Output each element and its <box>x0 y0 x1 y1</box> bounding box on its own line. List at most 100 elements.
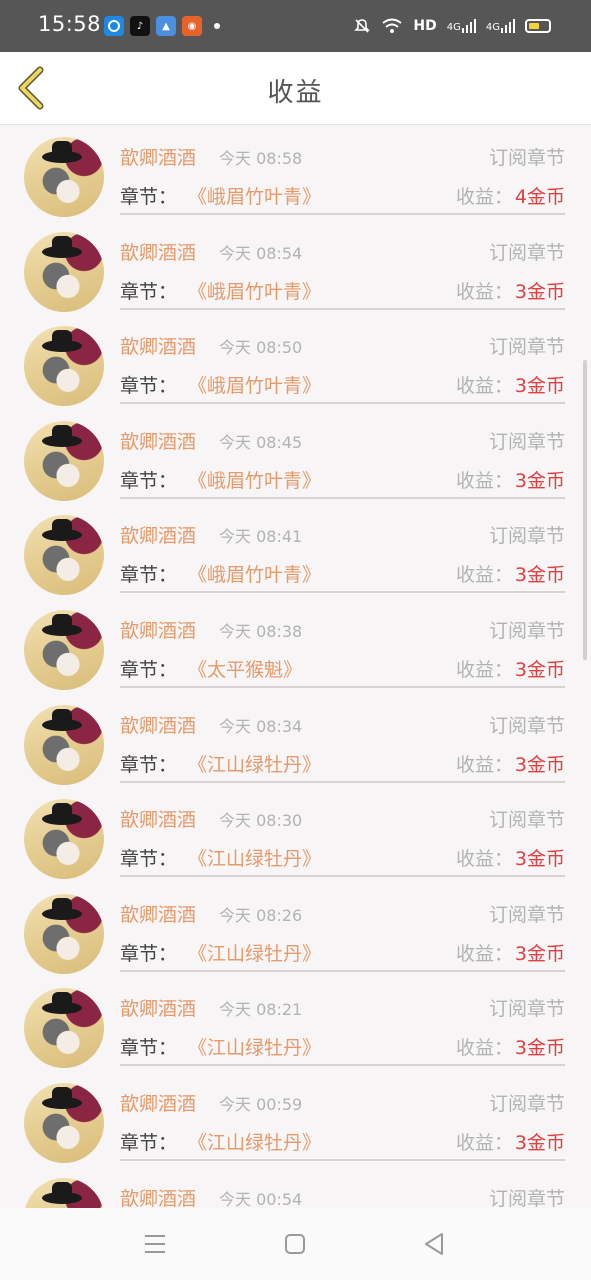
chapter-title: 《江山绿牡丹》 <box>188 848 322 871</box>
scrollbar[interactable] <box>583 360 587 660</box>
earning-value: 3金币 <box>514 848 565 871</box>
earning-value: 4金币 <box>514 186 565 208</box>
earning-label: 收益： <box>455 658 513 681</box>
chapter-title: 《江山绿牡丹》 <box>188 753 322 776</box>
list-item[interactable]: 歆卿酒酒 今天 08:58 订阅章节 章节： 《峨眉竹叶青》 收益： 4金币 <box>0 125 591 220</box>
item-type: 订阅章节 <box>488 1187 565 1208</box>
earning-label: 收益： <box>455 280 513 303</box>
avatar[interactable] <box>24 137 104 217</box>
chapter-label: 章节： <box>120 753 178 776</box>
list-item[interactable]: 歆卿酒酒 今天 08:50 订阅章节 章节： 《峨眉竹叶青》 收益： 3金币 <box>0 314 591 409</box>
item-time: 今天 00:54 <box>219 1189 303 1208</box>
item-time: 今天 08:54 <box>219 243 303 263</box>
item-time: 今天 08:41 <box>219 527 303 547</box>
user-name: 歆卿酒酒 <box>120 430 197 453</box>
item-time: 今天 08:30 <box>219 811 303 831</box>
divider <box>120 496 565 499</box>
item-time: 今天 08:58 <box>219 149 303 168</box>
avatar[interactable] <box>24 326 104 407</box>
status-indicators: HD 4G 4G <box>353 17 551 35</box>
status-time: 15:58 <box>38 12 102 36</box>
divider <box>120 969 565 972</box>
chapter-label: 章节： <box>120 942 178 965</box>
avatar[interactable] <box>24 893 104 974</box>
item-type: 订阅章节 <box>488 147 565 169</box>
earnings-list[interactable]: 歆卿酒酒 今天 08:58 订阅章节 章节： 《峨眉竹叶青》 收益： 4金币 歆… <box>0 125 591 1208</box>
earning-label: 收益： <box>455 186 513 208</box>
chapter-label: 章节： <box>120 280 178 303</box>
item-type: 订阅章节 <box>488 336 565 359</box>
item-time: 今天 08:45 <box>219 432 303 452</box>
avatar[interactable] <box>24 988 104 1069</box>
earning-label: 收益： <box>455 753 513 776</box>
avatar[interactable] <box>24 515 104 596</box>
app-notification-icon: ◉ <box>182 16 202 36</box>
list-item[interactable]: 歆卿酒酒 今天 08:26 订阅章节 章节： 《江山绿牡丹》 收益： 3金币 <box>0 882 591 977</box>
item-time: 今天 08:50 <box>219 338 303 358</box>
chapter-label: 章节： <box>120 848 178 871</box>
earning-value: 3金币 <box>514 1131 565 1154</box>
earning-value: 3金币 <box>514 280 565 303</box>
chapter-label: 章节： <box>120 564 178 587</box>
app-notification-icon <box>104 16 124 36</box>
earning-value: 3金币 <box>514 753 565 776</box>
menu-button[interactable] <box>137 1228 173 1260</box>
chapter-title: 《江山绿牡丹》 <box>188 942 322 965</box>
earning-value: 3金币 <box>514 469 565 492</box>
avatar[interactable] <box>24 420 104 501</box>
avatar[interactable] <box>24 231 104 312</box>
more-notifications-icon <box>214 23 220 29</box>
chapter-title: 《峨眉竹叶青》 <box>188 280 322 303</box>
list-item[interactable]: 歆卿酒酒 今天 08:30 订阅章节 章节： 《江山绿牡丹》 收益： 3金币 <box>0 787 591 882</box>
user-name: 歆卿酒酒 <box>120 525 197 548</box>
item-time: 今天 08:38 <box>219 621 303 641</box>
user-name: 歆卿酒酒 <box>120 809 197 832</box>
chapter-label: 章节： <box>120 1131 178 1154</box>
item-time: 今天 08:21 <box>219 1000 303 1020</box>
item-time: 今天 08:26 <box>219 905 303 925</box>
item-type: 订阅章节 <box>488 525 565 548</box>
system-nav-bar <box>0 1208 591 1280</box>
divider <box>120 875 565 878</box>
avatar[interactable] <box>24 1082 104 1163</box>
user-name: 歆卿酒酒 <box>120 147 197 169</box>
item-type: 订阅章节 <box>488 430 565 453</box>
earning-label: 收益： <box>455 1037 513 1060</box>
divider <box>120 1158 565 1161</box>
user-name: 歆卿酒酒 <box>120 998 197 1021</box>
list-item[interactable]: 歆卿酒酒 今天 08:54 订阅章节 章节： 《峨眉竹叶青》 收益： 3金币 <box>0 220 591 315</box>
list-item[interactable]: 歆卿酒酒 今天 08:45 订阅章节 章节： 《峨眉竹叶青》 收益： 3金币 <box>0 409 591 504</box>
earning-label: 收益： <box>455 469 513 492</box>
status-bar: 15:58 ♪ ▲ ◉ HD 4G 4G <box>0 0 591 52</box>
chapter-title: 《峨眉竹叶青》 <box>188 564 322 587</box>
list-item[interactable]: 歆卿酒酒 今天 08:41 订阅章节 章节： 《峨眉竹叶青》 收益： 3金币 <box>0 503 591 598</box>
user-name: 歆卿酒酒 <box>120 241 197 264</box>
list-item[interactable]: 歆卿酒酒 今天 00:54 订阅章节 <box>0 1166 591 1208</box>
earning-value: 3金币 <box>514 658 565 681</box>
earning-value: 3金币 <box>514 1037 565 1060</box>
network-label: HD <box>413 18 437 34</box>
home-button[interactable] <box>277 1228 313 1260</box>
avatar[interactable] <box>24 609 104 690</box>
earning-label: 收益： <box>455 848 513 871</box>
divider <box>120 213 565 215</box>
item-type: 订阅章节 <box>488 241 565 264</box>
list-item[interactable]: 歆卿酒酒 今天 08:34 订阅章节 章节： 《江山绿牡丹》 收益： 3金币 <box>0 693 591 788</box>
list-item[interactable]: 歆卿酒酒 今天 08:38 订阅章节 章节： 《太平猴魁》 收益： 3金币 <box>0 598 591 693</box>
list-item[interactable]: 歆卿酒酒 今天 08:21 订阅章节 章节： 《江山绿牡丹》 收益： 3金币 <box>0 976 591 1071</box>
user-name: 歆卿酒酒 <box>120 336 197 359</box>
earning-label: 收益： <box>455 564 513 587</box>
avatar[interactable] <box>24 799 104 880</box>
divider <box>120 307 565 310</box>
back-nav-button[interactable] <box>416 1228 452 1260</box>
avatar[interactable] <box>24 704 104 785</box>
item-type: 订阅章节 <box>488 903 565 926</box>
avatar[interactable] <box>24 1177 104 1208</box>
divider <box>120 685 565 688</box>
list-item[interactable]: 歆卿酒酒 今天 00:59 订阅章节 章节： 《江山绿牡丹》 收益： 3金币 <box>0 1071 591 1166</box>
square-icon <box>285 1234 305 1254</box>
item-type: 订阅章节 <box>488 998 565 1021</box>
wifi-icon <box>382 18 403 33</box>
divider <box>120 402 565 405</box>
divider <box>120 591 565 594</box>
